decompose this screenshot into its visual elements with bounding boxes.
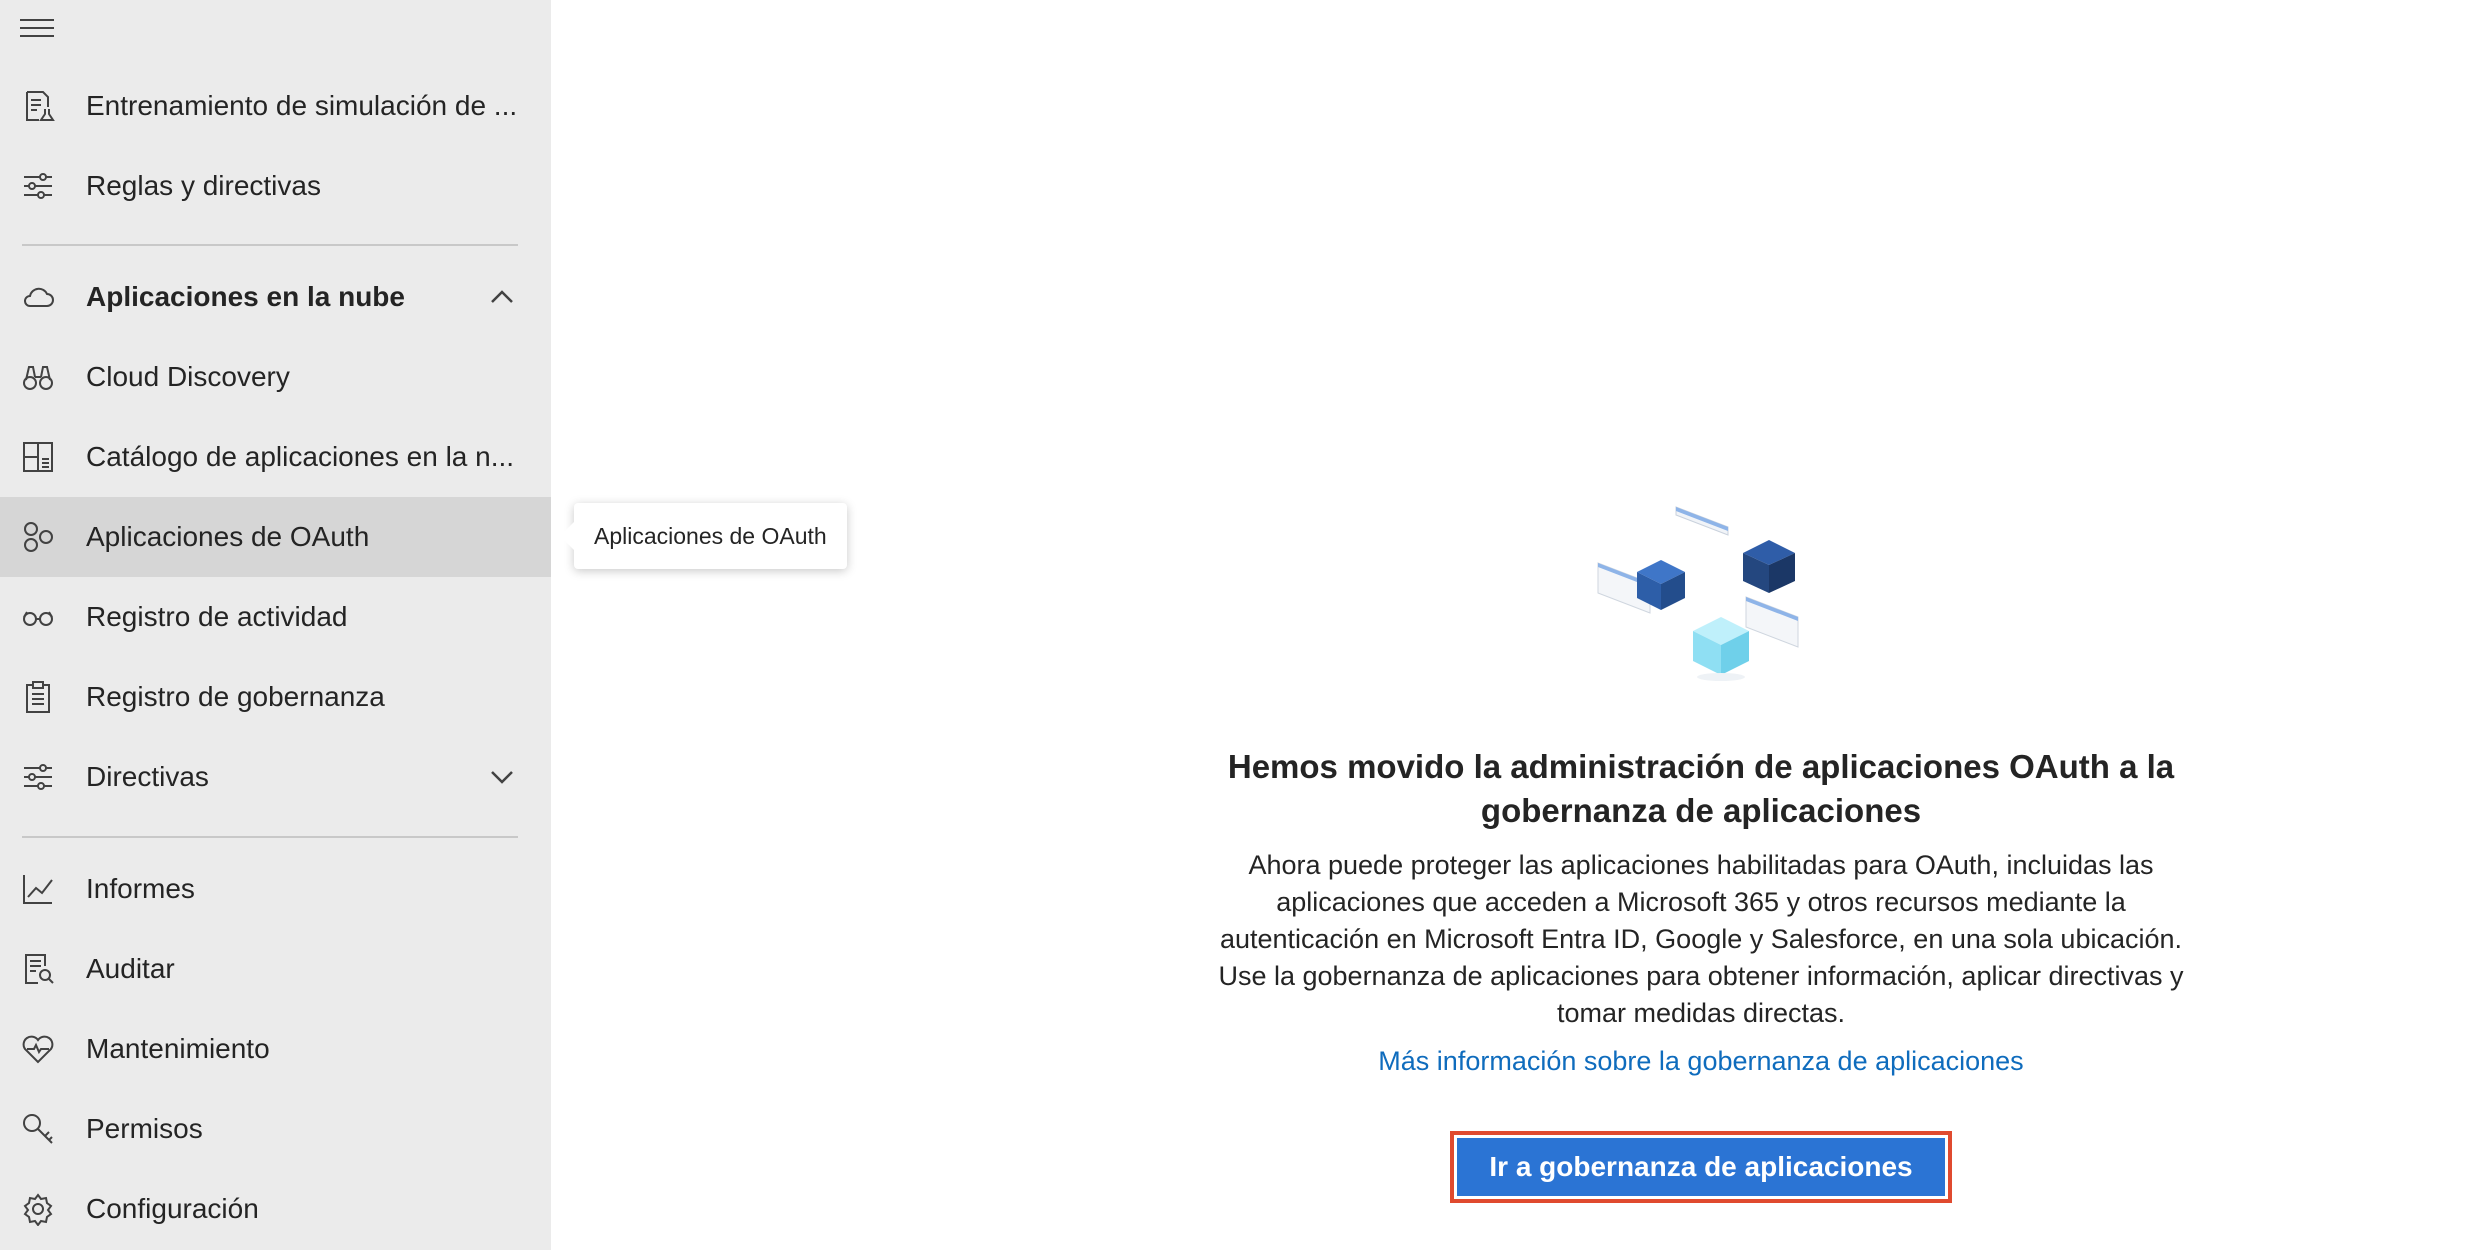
description-text: Ahora puede proteger las aplicaciones ha… [1218, 850, 2184, 1028]
main-content: Hemos movido la administración de aplica… [551, 0, 2474, 1250]
sidebar-item-label: Aplicaciones de OAuth [86, 521, 370, 552]
line-chart-icon [20, 871, 56, 907]
audit-icon [20, 951, 56, 987]
highlight-frame: Ir a gobernanza de aplicaciones [1450, 1131, 1952, 1203]
chevron-up-icon[interactable] [484, 279, 520, 315]
sidebar-item-label: Cloud Discovery [86, 361, 290, 392]
empty-state-panel: Hemos movido la administración de aplica… [1181, 505, 2221, 1203]
sidebar-divider [22, 836, 518, 838]
learn-more-link[interactable]: Más información sobre la gobernanza de a… [1378, 1046, 2023, 1077]
sidebar-item-label: Registro de gobernanza [86, 681, 385, 712]
sidebar-item-cloud-discovery[interactable]: Cloud Discovery [0, 337, 551, 417]
sidebar-item-simulation-training[interactable]: Entrenamiento de simulación de ... [0, 66, 551, 146]
sidebar: Entrenamiento de simulación de ... Regla… [0, 0, 551, 1250]
oauth-apps-icon [20, 519, 56, 555]
sidebar-item-maintenance[interactable]: Mantenimiento [0, 1009, 551, 1089]
sidebar-item-settings[interactable]: Configuración [0, 1169, 551, 1249]
chevron-down-icon[interactable] [484, 759, 520, 795]
sidebar-group-cloud-apps[interactable]: Aplicaciones en la nube [0, 257, 551, 337]
sidebar-group-policies[interactable]: Directivas [0, 737, 551, 817]
glasses-icon [20, 599, 56, 635]
sidebar-item-app-catalog[interactable]: Catálogo de aplicaciones en la n... [0, 417, 551, 497]
sidebar-item-permissions[interactable]: Permisos [0, 1089, 551, 1169]
sidebar-item-label: Permisos [86, 1113, 203, 1144]
sliders-icon [20, 168, 56, 204]
sidebar-item-oauth-apps[interactable]: Aplicaciones de OAuth [0, 497, 551, 577]
sidebar-item-label: Aplicaciones en la nube [86, 281, 405, 312]
heart-pulse-icon [20, 1031, 56, 1067]
key-icon [20, 1111, 56, 1147]
app-governance-illustration [1597, 506, 1799, 681]
sidebar-item-audit[interactable]: Auditar [0, 929, 551, 1009]
app-window: Entrenamiento de simulación de ... Regla… [0, 0, 2474, 1250]
sliders-icon [20, 759, 56, 795]
sidebar-item-rules-policies[interactable]: Reglas y directivas [0, 146, 551, 226]
sidebar-item-label: Auditar [86, 953, 175, 984]
sidebar-item-label: Catálogo de aplicaciones en la n... [86, 441, 515, 472]
clipboard-icon [20, 679, 56, 715]
go-to-app-governance-button[interactable]: Ir a gobernanza de aplicaciones [1457, 1138, 1945, 1196]
sidebar-item-label: Registro de actividad [86, 601, 348, 632]
sidebar-item-governance-log[interactable]: Registro de gobernanza [0, 657, 551, 737]
sidebar-item-reports[interactable]: Informes [0, 849, 551, 929]
sidebar-item-label: Configuración [86, 1193, 259, 1224]
page-title: Hemos movido la administración de aplica… [1227, 748, 2175, 829]
cloud-icon [20, 279, 56, 315]
hamburger-menu-icon[interactable] [20, 12, 56, 44]
gear-icon [20, 1191, 56, 1227]
sidebar-item-label: Reglas y directivas [86, 170, 321, 201]
sidebar-item-label: Informes [86, 873, 195, 904]
sidebar-item-activity-log[interactable]: Registro de actividad [0, 577, 551, 657]
sidebar-item-label: Entrenamiento de simulación de ... [86, 90, 516, 121]
lab-report-icon [20, 88, 56, 124]
binoculars-icon [20, 359, 56, 395]
app-catalog-icon [20, 439, 56, 475]
sidebar-divider [22, 244, 518, 246]
sidebar-item-label: Mantenimiento [86, 1033, 270, 1064]
sidebar-item-label: Directivas [86, 761, 209, 792]
